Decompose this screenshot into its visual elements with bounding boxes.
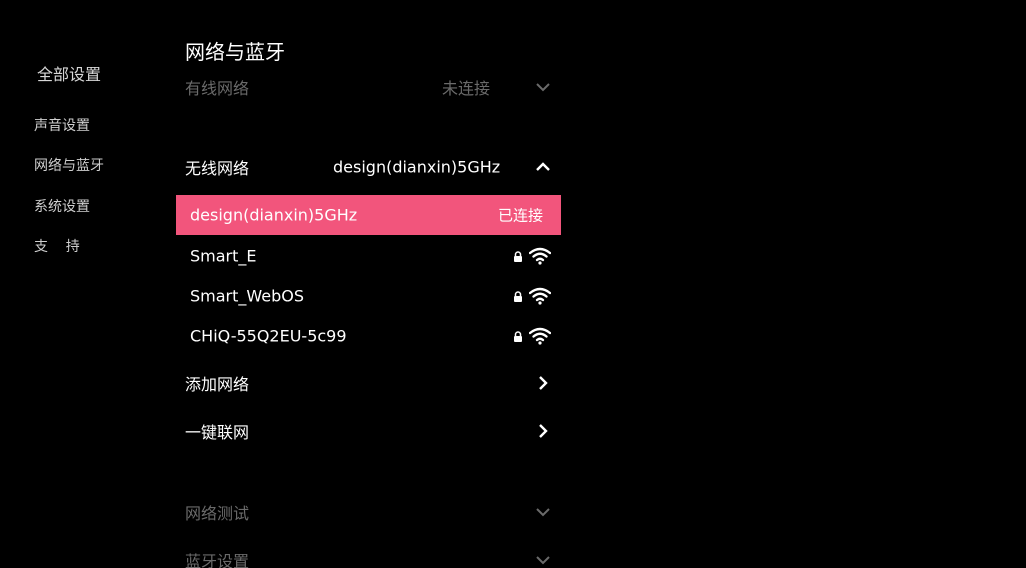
wireless-network-current: design(dianxin)5GHz	[333, 157, 501, 177]
network-item[interactable]: Smart_WebOS	[176, 276, 561, 316]
one-key-connect-row[interactable]: 一键联网	[176, 411, 561, 451]
sidebar-item-network-bluetooth[interactable]: 网络与蓝牙	[34, 155, 104, 175]
network-item[interactable]: Smart_E	[176, 236, 561, 276]
network-status-connected: 已连接	[497, 206, 543, 225]
network-name: Smart_E	[190, 246, 257, 266]
lock-icon	[514, 290, 522, 302]
chevron-right-icon	[539, 376, 548, 390]
wireless-network-label: 无线网络	[185, 159, 250, 178]
network-test-row[interactable]: 网络测试	[176, 492, 561, 532]
network-item[interactable]: CHiQ-55Q2EU-5c99	[176, 316, 561, 356]
wifi-icon	[529, 247, 551, 265]
chevron-down-icon	[536, 556, 550, 565]
bluetooth-settings-row[interactable]: 蓝牙设置	[176, 540, 561, 568]
page-title: 网络与蓝牙	[185, 40, 285, 64]
one-key-connect-label: 一键联网	[185, 423, 250, 442]
wired-network-row[interactable]: 有线网络 未连接	[176, 67, 561, 107]
sidebar-item-support[interactable]: 支 持	[34, 236, 80, 256]
wired-network-status: 未连接	[442, 79, 491, 98]
chevron-down-icon	[536, 83, 550, 92]
network-name: Smart_WebOS	[190, 286, 305, 306]
wifi-icon	[529, 327, 551, 345]
sidebar-item-sound[interactable]: 声音设置	[34, 115, 90, 135]
wifi-icon	[529, 287, 551, 305]
lock-icon	[514, 330, 522, 342]
wired-network-label: 有线网络	[185, 79, 250, 98]
wireless-network-row[interactable]: 无线网络 design(dianxin)5GHz	[176, 147, 561, 187]
sidebar-title: 全部设置	[37, 65, 102, 84]
network-item-connected[interactable]: design(dianxin)5GHz 已连接	[176, 195, 561, 235]
add-network-label: 添加网络	[185, 375, 250, 394]
network-test-label: 网络测试	[185, 504, 250, 523]
add-network-row[interactable]: 添加网络	[176, 363, 561, 403]
network-name: CHiQ-55Q2EU-5c99	[190, 326, 347, 346]
sidebar-item-system[interactable]: 系统设置	[34, 196, 90, 216]
settings-screen: 全部设置 声音设置 网络与蓝牙 系统设置 支 持 网络与蓝牙 有线网络 未连接 …	[0, 0, 1026, 568]
network-name: design(dianxin)5GHz	[190, 205, 358, 225]
chevron-right-icon	[539, 424, 548, 438]
chevron-down-icon	[536, 508, 550, 517]
bluetooth-settings-label: 蓝牙设置	[185, 552, 250, 568]
chevron-up-icon	[536, 162, 550, 171]
lock-icon	[514, 250, 522, 262]
